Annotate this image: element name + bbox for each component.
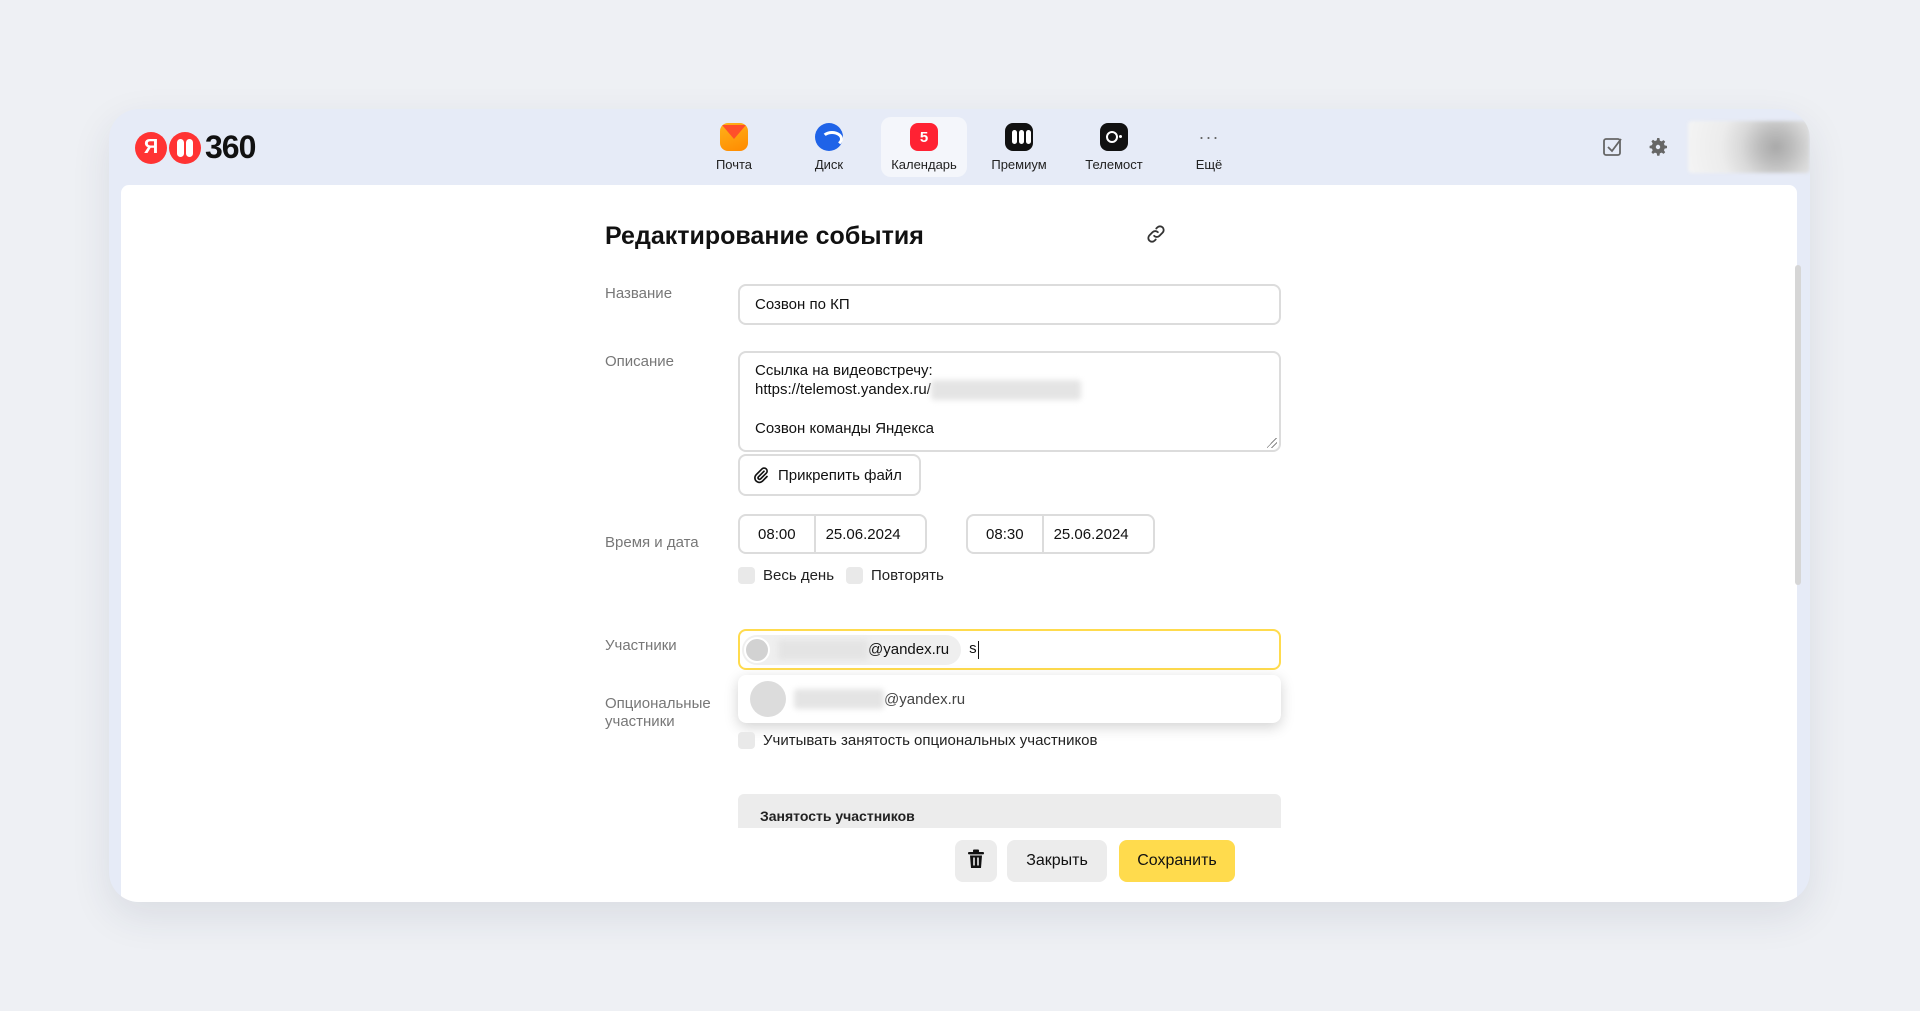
app-mail-label: Почта — [715, 157, 753, 172]
all-day-label: Весь день — [763, 567, 835, 584]
repeat-checkbox[interactable] — [846, 567, 863, 584]
participant-email: @yandex.ru — [778, 639, 950, 660]
redacted-suggestion-name — [794, 689, 884, 709]
name-input[interactable]: Созвон по КП — [738, 284, 1281, 325]
gear-icon[interactable] — [1643, 132, 1673, 162]
participants-busy-section: Занятость участников — [738, 794, 1281, 828]
name-label: Название — [605, 285, 673, 302]
suggestion-avatar — [750, 681, 786, 717]
app-telemost[interactable]: Телемост — [1071, 117, 1157, 177]
app-more[interactable]: ··· Ещё — [1166, 117, 1252, 177]
repeat-option[interactable]: Повторять — [846, 567, 944, 584]
trash-icon — [967, 849, 985, 874]
app-premium-label: Премиум — [991, 157, 1047, 172]
telemost-link-text: https://telemost.yandex.ru/ — [755, 381, 931, 398]
start-date-input[interactable]: 25.06.2024 — [816, 516, 925, 552]
app-premium[interactable]: Премиум — [976, 117, 1062, 177]
services-menu: Почта Диск 5 Календарь Премиум Телемост … — [691, 117, 1261, 177]
end-datetime: 08:30 25.06.2024 — [966, 514, 1155, 554]
consider-optional-checkbox[interactable] — [738, 732, 755, 749]
typed-value: s — [969, 640, 977, 658]
form-actions: Закрыть Сохранить — [955, 840, 1235, 882]
top-bar: Я 360 Почта Диск 5 Календарь Премиум Тел… — [109, 109, 1810, 185]
datetime-label: Время и дата — [605, 534, 699, 551]
participants-typed-text: s — [969, 640, 979, 659]
app-calendar[interactable]: 5 Календарь — [881, 117, 967, 177]
logo-ya-mark: Я — [135, 131, 167, 164]
end-time-input[interactable]: 08:30 — [968, 516, 1044, 552]
mail-icon — [720, 123, 748, 151]
busy-section-title: Занятость участников — [760, 808, 915, 824]
delete-button[interactable] — [955, 840, 997, 882]
participant-chip[interactable]: @yandex.ru — [742, 634, 962, 665]
attach-file-button[interactable]: Прикрепить файл — [738, 454, 921, 496]
app-window: Я 360 Почта Диск 5 Календарь Премиум Тел… — [109, 109, 1810, 902]
redacted-link-id — [930, 380, 1081, 401]
tasks-checkbox-icon[interactable] — [1598, 132, 1628, 162]
repeat-label: Повторять — [871, 567, 944, 584]
app-disk-label: Диск — [814, 157, 844, 172]
telemost-icon — [1100, 123, 1128, 151]
app-mail[interactable]: Почта — [691, 117, 777, 177]
user-avatar[interactable] — [1688, 121, 1810, 173]
suggestion-email: @yandex.ru — [794, 689, 965, 709]
logo-360-text: 360 — [205, 129, 256, 165]
attach-file-label: Прикрепить файл — [778, 466, 902, 484]
logo-360-mark — [169, 131, 201, 164]
paperclip-icon — [752, 466, 770, 484]
all-day-option[interactable]: Весь день — [738, 567, 834, 584]
consider-optional-label: Учитывать занятость опциональных участни… — [763, 732, 1098, 749]
name-input-value: Созвон по КП — [755, 296, 850, 313]
redacted-email-name — [778, 639, 868, 660]
participants-label: Участники — [605, 637, 677, 654]
start-datetime: 08:00 25.06.2024 — [738, 514, 927, 554]
copy-link-icon[interactable] — [1143, 221, 1169, 247]
description-line-2: https://telemost.yandex.ru/ — [755, 380, 1081, 401]
description-label: Описание — [605, 353, 675, 370]
app-disk[interactable]: Диск — [786, 117, 872, 177]
participant-email-domain: @yandex.ru — [868, 641, 950, 658]
close-button[interactable]: Закрыть — [1007, 840, 1107, 882]
description-line-4: Созвон команды Яндекса — [755, 420, 934, 438]
event-edit-panel: Редактирование события Название Созвон п… — [121, 185, 1801, 902]
yandex-360-logo[interactable]: Я 360 — [135, 129, 256, 166]
event-form: Редактирование события Название Созвон п… — [605, 185, 1285, 902]
participant-suggestion[interactable]: @yandex.ru — [738, 675, 1281, 723]
suggestion-email-domain: @yandex.ru — [884, 690, 966, 708]
calendar-icon: 5 — [910, 123, 938, 151]
more-icon: ··· — [1198, 127, 1220, 147]
optional-participants-label: Опциональные участники — [605, 695, 711, 731]
participants-input[interactable]: @yandex.ru s — [738, 629, 1281, 670]
app-more-label: Ещё — [1195, 157, 1223, 172]
page-title: Редактирование события — [605, 222, 924, 250]
resize-handle-icon[interactable] — [1267, 438, 1277, 448]
premium-icon — [1005, 123, 1033, 151]
participant-avatar — [744, 636, 770, 663]
optional-label-line-1: Опциональные — [605, 695, 711, 712]
app-telemost-label: Телемост — [1085, 157, 1143, 172]
all-day-checkbox[interactable] — [738, 567, 755, 584]
disk-icon — [815, 123, 843, 151]
description-textarea[interactable]: Ссылка на видеовстречу: https://telemost… — [738, 351, 1281, 452]
panel-scrollbar[interactable] — [1795, 265, 1801, 585]
consider-optional-option[interactable]: Учитывать занятость опциональных участни… — [738, 732, 1098, 749]
text-caret — [977, 640, 979, 659]
optional-label-line-2: участники — [605, 713, 675, 730]
start-time-input[interactable]: 08:00 — [740, 516, 816, 552]
end-date-input[interactable]: 25.06.2024 — [1044, 516, 1153, 552]
app-calendar-label: Календарь — [891, 157, 957, 172]
description-line-1: Ссылка на видеовстречу: — [755, 362, 933, 379]
top-right-controls — [1598, 121, 1810, 173]
save-button[interactable]: Сохранить — [1119, 840, 1235, 882]
